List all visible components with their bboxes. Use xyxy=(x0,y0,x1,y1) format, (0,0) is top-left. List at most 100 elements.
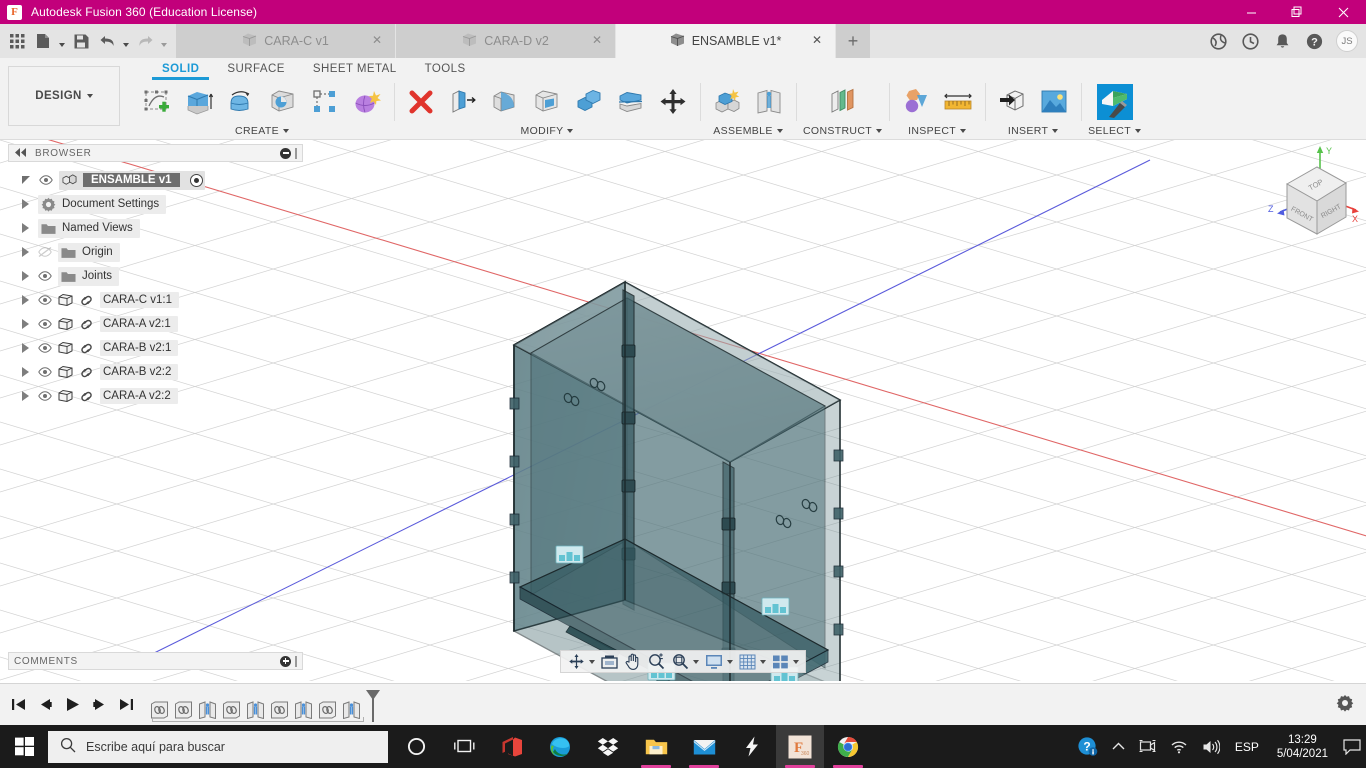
new-component-icon[interactable] xyxy=(707,81,747,123)
recent-history-icon[interactable] xyxy=(1235,24,1265,58)
expand-arrow-icon[interactable] xyxy=(22,271,29,281)
tab-sheet-metal[interactable]: SHEET METAL xyxy=(299,60,411,80)
display-settings-caret-icon[interactable] xyxy=(727,659,735,664)
ribbon-group-label-inspect[interactable]: INSPECT xyxy=(908,125,967,137)
comments-resize-grip[interactable] xyxy=(295,655,297,667)
visibility-eye-icon[interactable] xyxy=(38,317,52,331)
dropbox-icon[interactable] xyxy=(584,725,632,768)
expand-arrow-icon[interactable] xyxy=(22,247,29,257)
collapse-left-icon[interactable] xyxy=(14,146,27,160)
extrude-icon[interactable] xyxy=(179,81,219,123)
taskbar-search-box[interactable]: Escribe aquí para buscar xyxy=(48,730,388,763)
insert-derive-icon[interactable] xyxy=(992,81,1032,123)
tab-surface[interactable]: SURFACE xyxy=(213,60,298,80)
maximize-button[interactable] xyxy=(1274,0,1320,24)
volume-tray-icon[interactable] xyxy=(1195,725,1227,768)
tree-item-cara-b-v2-1[interactable]: CARA-B v2:1 xyxy=(8,336,303,360)
pattern-icon[interactable] xyxy=(305,81,345,123)
move-copy-icon[interactable] xyxy=(653,81,693,123)
ribbon-group-label-assemble[interactable]: ASSEMBLE xyxy=(713,125,783,137)
insert-image-icon[interactable] xyxy=(1034,81,1074,123)
app-grid-icon[interactable] xyxy=(4,24,30,58)
tree-item-cara-a-v2-2[interactable]: CARA-A v2:2 xyxy=(8,384,303,408)
orbit-caret-icon[interactable] xyxy=(589,659,597,664)
visibility-eye-icon[interactable] xyxy=(38,365,52,379)
combine-icon[interactable] xyxy=(569,81,609,123)
measure-icon[interactable] xyxy=(938,81,978,123)
fit-caret-icon[interactable] xyxy=(693,659,701,664)
fillet-icon[interactable] xyxy=(485,81,525,123)
go-to-beginning-button[interactable] xyxy=(6,692,30,718)
delete-icon[interactable] xyxy=(401,81,441,123)
save-icon[interactable] xyxy=(68,24,94,58)
tree-item-cara-c-v1-1[interactable]: CARA-C v1:1 xyxy=(8,288,303,312)
lightshot-icon[interactable] xyxy=(728,725,776,768)
document-tab-close-icon[interactable]: ✕ xyxy=(811,34,823,46)
browser-resize-grip[interactable] xyxy=(295,147,297,159)
display-settings-icon[interactable] xyxy=(702,651,726,672)
grid-snaps-caret-icon[interactable] xyxy=(760,659,768,664)
step-back-button[interactable] xyxy=(33,692,57,718)
sweep-icon[interactable] xyxy=(263,81,303,123)
play-button[interactable] xyxy=(60,692,84,718)
fit-icon[interactable] xyxy=(669,651,692,672)
tree-item-cara-b-v2-2[interactable]: CARA-B v2:2 xyxy=(8,360,303,384)
timeline-settings-gear-icon[interactable] xyxy=(1336,694,1354,715)
fusion360-icon[interactable]: F 360 xyxy=(776,725,824,768)
wifi-tray-icon[interactable] xyxy=(1163,725,1195,768)
timeline-playhead[interactable] xyxy=(366,689,380,722)
look-at-icon[interactable] xyxy=(598,651,621,672)
construct-plane-icon[interactable] xyxy=(823,81,863,123)
cortana-icon[interactable] xyxy=(392,725,440,768)
task-view-icon[interactable] xyxy=(440,725,488,768)
visibility-eye-icon[interactable] xyxy=(38,293,52,307)
help-icon[interactable]: ? xyxy=(1299,24,1329,58)
document-tab-0[interactable]: CARA-C v1 ✕ xyxy=(176,24,396,58)
tree-item-named-views[interactable]: Named Views xyxy=(8,216,303,240)
language-indicator[interactable]: ESP xyxy=(1227,740,1267,754)
tree-item-ensamble[interactable]: ENSAMBLE v1 xyxy=(8,168,303,192)
workspace-switcher[interactable]: DESIGN xyxy=(8,66,120,126)
expand-arrow-icon[interactable] xyxy=(22,176,30,184)
close-button[interactable] xyxy=(1320,0,1366,24)
extensions-icon[interactable] xyxy=(1203,24,1233,58)
step-forward-button[interactable] xyxy=(87,692,111,718)
camera-tray-icon[interactable] xyxy=(1132,725,1163,768)
clock[interactable]: 13:29 5/04/2021 xyxy=(1267,725,1338,768)
minimize-button[interactable] xyxy=(1228,0,1274,24)
edge-icon[interactable] xyxy=(536,725,584,768)
visibility-eye-off-icon[interactable] xyxy=(38,245,52,259)
ribbon-group-label-select[interactable]: SELECT xyxy=(1088,125,1142,137)
press-pull-icon[interactable] xyxy=(443,81,483,123)
expand-arrow-icon[interactable] xyxy=(22,199,29,209)
visibility-eye-icon[interactable] xyxy=(38,389,52,403)
tree-item-joints[interactable]: Joints xyxy=(8,264,303,288)
undo-caret-icon[interactable] xyxy=(120,24,132,58)
ribbon-group-label-modify[interactable]: MODIFY xyxy=(521,125,574,137)
expand-arrow-icon[interactable] xyxy=(22,295,29,305)
expand-arrow-icon[interactable] xyxy=(22,319,29,329)
interference-icon[interactable] xyxy=(896,81,936,123)
go-to-end-button[interactable] xyxy=(114,692,138,718)
viewports-icon[interactable] xyxy=(769,651,792,672)
visibility-eye-icon[interactable] xyxy=(39,173,53,187)
tab-solid[interactable]: SOLID xyxy=(148,60,213,80)
split-body-icon[interactable] xyxy=(611,81,651,123)
joint-icon[interactable] xyxy=(749,81,789,123)
new-document-caret-icon[interactable] xyxy=(56,24,68,58)
tab-tools[interactable]: TOOLS xyxy=(411,60,480,80)
chrome-icon[interactable] xyxy=(824,725,872,768)
ribbon-group-label-create[interactable]: CREATE xyxy=(235,125,289,137)
ribbon-group-label-insert[interactable]: INSERT xyxy=(1008,125,1059,137)
document-tab-close-icon[interactable]: ✕ xyxy=(371,34,383,46)
grid-snaps-icon[interactable] xyxy=(736,651,759,672)
activate-component-radio[interactable] xyxy=(189,173,203,187)
expand-arrow-icon[interactable] xyxy=(22,223,29,233)
file-explorer-icon[interactable] xyxy=(632,725,680,768)
notifications-bell-icon[interactable] xyxy=(1267,24,1297,58)
expand-arrow-icon[interactable] xyxy=(22,367,29,377)
viewports-caret-icon[interactable] xyxy=(793,659,801,664)
visibility-eye-icon[interactable] xyxy=(38,341,52,355)
document-tab-2[interactable]: ENSAMBLE v1* ✕ xyxy=(616,24,836,58)
office-icon[interactable] xyxy=(488,725,536,768)
